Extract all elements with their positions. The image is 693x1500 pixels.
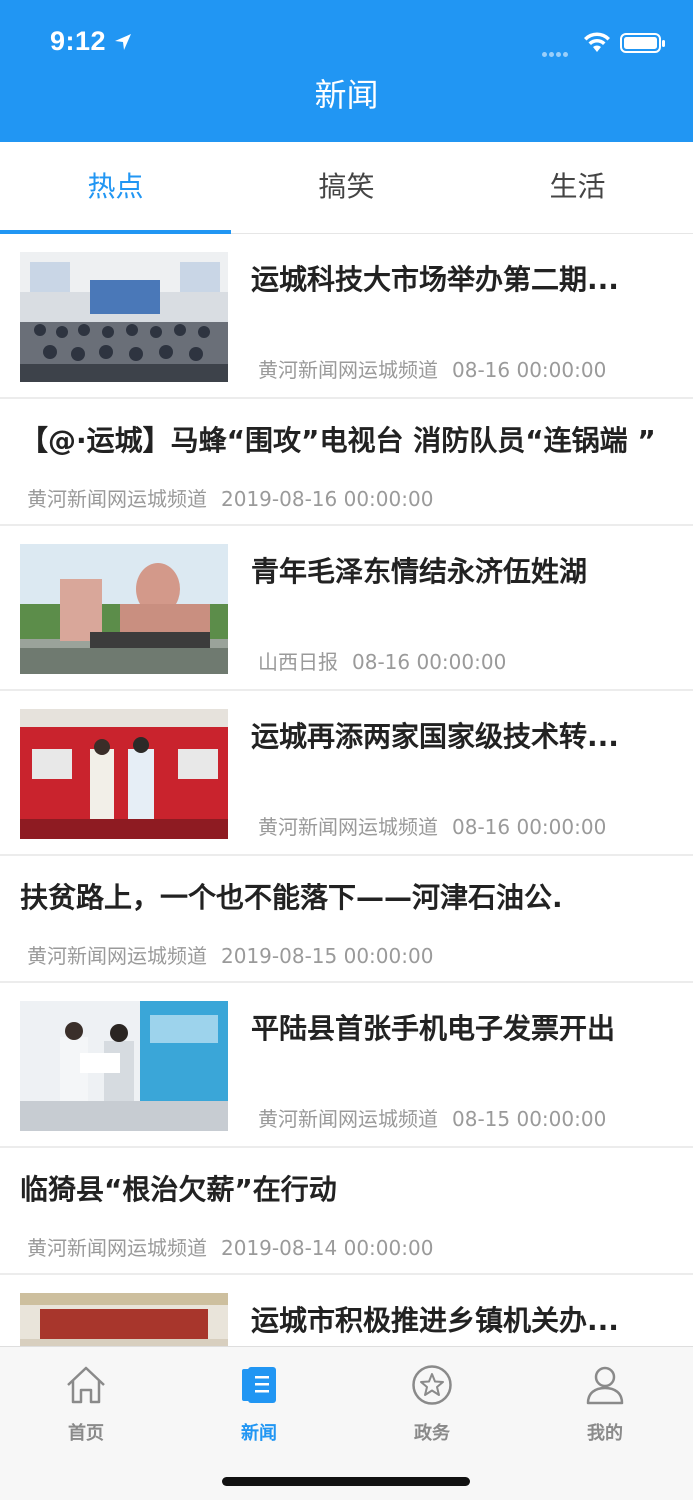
article-list: 运城科技大市场举办第二期... 黄河新闻网运城频道 08-16 00:00:00 … <box>0 234 693 1346</box>
article-source: 黄河新闻网运城频道 <box>258 815 438 839</box>
bottom-tab-label: 首页 <box>68 1423 104 1444</box>
article-date: 2019-08-14 00:00:00 <box>221 1236 434 1260</box>
article-date: 2019-08-15 00:00:00 <box>221 944 434 968</box>
article-thumbnail <box>20 709 228 839</box>
category-tabs: 热点 搞笑 生活 <box>0 142 693 234</box>
article-source: 黄河新闻网运城频道 <box>258 1107 438 1131</box>
app-header: 9:12 新闻 <box>0 0 693 142</box>
bottom-tab-me[interactable]: 我的 <box>550 1363 660 1445</box>
article-date: 08-16 00:00:00 <box>452 815 607 839</box>
article-title: 运城市积极推进乡镇机关办... <box>251 1304 619 1337</box>
article-title: 运城科技大市场举办第二期... <box>251 263 619 296</box>
home-icon <box>67 1366 105 1404</box>
article-date: 08-16 00:00:00 <box>452 358 607 382</box>
user-icon <box>586 1366 624 1405</box>
article-title: 平陆县首张手机电子发票开出 <box>251 1012 616 1045</box>
article-thumbnail <box>20 544 228 674</box>
tab-funny[interactable]: 搞笑 <box>231 142 462 233</box>
page-title: 新闻 <box>314 76 379 114</box>
article-title: 【@·运城】马蜂“围攻”电视台 消防队员“连锅端 ” <box>20 424 656 457</box>
article-source: 黄河新闻网运城频道 <box>27 944 207 968</box>
article-item[interactable]: 临猗县“根治欠薪”在行动 黄河新闻网运城频道 2019-08-14 00:00:0… <box>0 1148 693 1275</box>
article-item[interactable]: 运城市积极推进乡镇机关办... <box>0 1275 693 1346</box>
location-arrow-icon <box>115 34 131 50</box>
bottom-tab-label: 新闻 <box>241 1423 277 1444</box>
article-meta: 山西日报 08-16 00:00:00 <box>258 646 506 675</box>
wifi-icon <box>584 32 610 52</box>
article-item[interactable]: 平陆县首张手机电子发票开出 黄河新闻网运城频道 08-15 00:00:00 <box>0 983 693 1148</box>
article-meta: 黄河新闻网运城频道 08-15 00:00:00 <box>258 1103 606 1132</box>
bottom-tab-label: 我的 <box>587 1423 623 1444</box>
article-meta: 黄河新闻网运城频道 2019-08-14 00:00:00 <box>27 1232 433 1261</box>
article-source: 山西日报 <box>258 650 338 674</box>
article-thumbnail <box>20 252 228 382</box>
home-indicator <box>222 1477 470 1486</box>
article-meta: 黄河新闻网运城频道 08-16 00:00:00 <box>258 811 606 840</box>
article-item[interactable]: 运城再添两家国家级技术转... 黄河新闻网运城频道 08-16 00:00:00 <box>0 691 693 856</box>
article-item[interactable]: 【@·运城】马蜂“围攻”电视台 消防队员“连锅端 ” 黄河新闻网运城频道 2019… <box>0 399 693 526</box>
article-meta: 黄河新闻网运城频道 2019-08-16 00:00:00 <box>27 483 433 512</box>
tab-life[interactable]: 生活 <box>462 142 693 233</box>
article-title: 临猗县“根治欠薪”在行动 <box>20 1173 337 1206</box>
article-thumbnail <box>20 1001 228 1131</box>
article-date: 08-16 00:00:00 <box>352 650 507 674</box>
bottom-tab-home[interactable]: 首页 <box>31 1363 141 1445</box>
article-title: 青年毛泽东情结永济伍姓湖 <box>251 555 588 588</box>
article-thumbnail <box>20 1293 228 1346</box>
bottom-tab-government[interactable]: 政务 <box>377 1363 487 1445</box>
article-item[interactable]: 青年毛泽东情结永济伍姓湖 山西日报 08-16 00:00:00 <box>0 526 693 691</box>
signal-dots-icon <box>542 42 570 61</box>
article-date: 08-15 00:00:00 <box>452 1107 607 1131</box>
news-icon <box>242 1367 276 1403</box>
article-source: 黄河新闻网运城频道 <box>258 358 438 382</box>
article-item[interactable]: 运城科技大市场举办第二期... 黄河新闻网运城频道 08-16 00:00:00 <box>0 234 693 399</box>
star-icon <box>412 1365 452 1405</box>
article-title: 运城再添两家国家级技术转... <box>251 720 619 753</box>
bottom-tab-bar: 首页 新闻 政务 我的 <box>0 1346 693 1500</box>
article-date: 2019-08-16 00:00:00 <box>221 487 434 511</box>
article-meta: 黄河新闻网运城频道 2019-08-15 00:00:00 <box>27 940 433 969</box>
article-item[interactable]: 扶贫路上，一个也不能落下——河津石油公. 黄河新闻网运城频道 2019-08-15… <box>0 856 693 983</box>
status-time: 9:12 <box>50 26 107 56</box>
bottom-tab-news[interactable]: 新闻 <box>204 1363 314 1445</box>
article-title: 扶贫路上，一个也不能落下——河津石油公. <box>20 881 563 914</box>
tab-hot[interactable]: 热点 <box>0 142 231 234</box>
battery-icon <box>620 33 665 53</box>
article-source: 黄河新闻网运城频道 <box>27 487 207 511</box>
article-source: 黄河新闻网运城频道 <box>27 1236 207 1260</box>
bottom-tab-label: 政务 <box>414 1423 450 1444</box>
article-meta: 黄河新闻网运城频道 08-16 00:00:00 <box>258 354 606 383</box>
status-bar: 9:12 <box>0 26 693 62</box>
